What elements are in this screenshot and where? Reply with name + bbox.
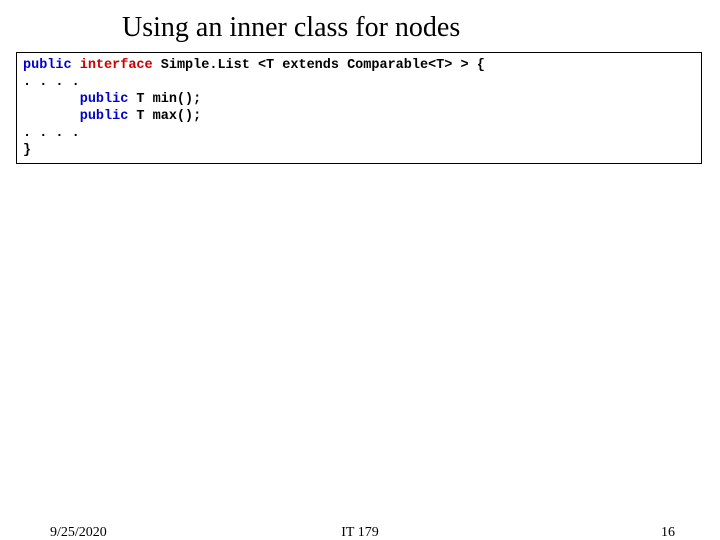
code-text: T min(); — [128, 92, 201, 107]
slide: Using an inner class for nodes public in… — [0, 0, 720, 540]
slide-title: Using an inner class for nodes — [122, 12, 460, 44]
code-line-6: } — [23, 142, 695, 159]
code-text: T max(); — [128, 109, 201, 124]
footer-page: 16 — [661, 525, 675, 540]
keyword-public: public — [80, 109, 129, 124]
code-line-2: . . . . — [23, 74, 695, 91]
keyword-public: public — [23, 58, 72, 73]
code-line-5: . . . . — [23, 125, 695, 142]
code-line-1: public interface Simple.List <T extends … — [23, 57, 695, 74]
code-text: Simple.List <T extends Comparable<T> > { — [153, 58, 485, 73]
footer-course: IT 179 — [0, 525, 720, 540]
keyword-public: public — [80, 92, 129, 107]
code-line-4: public T max(); — [23, 108, 695, 125]
keyword-interface: interface — [80, 58, 153, 73]
code-box: public interface Simple.List <T extends … — [16, 52, 702, 164]
code-line-3: public T min(); — [23, 91, 695, 108]
